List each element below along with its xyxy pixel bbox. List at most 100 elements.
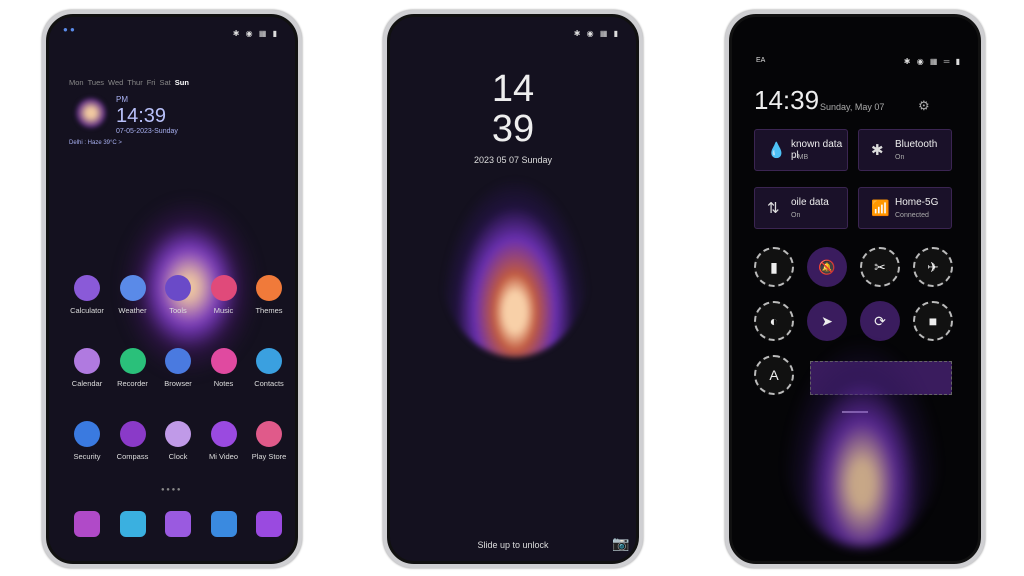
tile-title: Home-5G [895,197,939,208]
tile-icon: ⇅ [767,200,780,217]
phone-lock: ✱ ◉ ▦ ▮ 14 39 2023 05 07 Sunday Slide up … [383,10,643,568]
screen-record-icon: ■ [928,313,938,329]
app-play-store[interactable]: Play Store [244,421,294,461]
app-label: Tools [169,306,187,315]
lock-clock: 14 39 [390,69,636,149]
app-label: Mi Video [208,452,239,461]
tile-2[interactable]: ⇅ oile data On [754,187,848,229]
app-recorder[interactable]: Recorder [108,348,158,388]
mi-video-icon [210,421,237,447]
tile-3[interactable]: 📶 Home-5G Connected [858,187,952,229]
app-label: Weather [118,306,147,315]
tile-1[interactable]: ✱ Bluetooth On [858,129,952,171]
lock-screen: ✱ ◉ ▦ ▮ 14 39 2023 05 07 Sunday Slide up … [387,14,639,564]
calendar-icon [74,348,100,374]
app-music[interactable]: Music [199,275,249,315]
clock-widget-date: 07-05-2023-Sunday [116,128,178,135]
tile-0[interactable]: 💧 known data pl -- MB [754,129,848,171]
slide-to-unlock-hint[interactable]: Slide up to unlock [390,540,636,550]
tile-status: On [791,212,801,219]
app-contacts[interactable]: Contacts [244,348,294,388]
page-indicator[interactable]: ● ● ● ● [161,487,181,493]
control-center: EA ✱ ◉ ▦ ═ ▮ 14:39 Sunday, May 07 ⚙ 💧 kno… [729,14,981,564]
tile-status: Connected [895,212,929,219]
app-label: Contacts [254,379,284,388]
weekday-fri: Fri [146,78,156,87]
weather-widget[interactable]: Delhi : Haze 39°C > [69,140,122,146]
app-calendar[interactable]: Calendar [62,348,112,388]
wallpaper-flower [440,177,590,357]
app-weather[interactable]: Weather [108,275,158,315]
tile-title: Bluetooth [895,139,938,150]
tile-status: On [895,154,905,161]
control-time: 14:39 [754,85,820,115]
wallpaper-flower [782,337,942,547]
toggle-mute[interactable]: 🔕 [807,247,847,287]
dock-themes-star-icon[interactable] [165,511,191,537]
weekday-mon: Mon [69,78,84,87]
carrier-label: EA [756,57,766,64]
app-security[interactable]: Security [62,421,112,461]
app-notes[interactable]: Notes [199,348,249,388]
lock-hour: 14 [491,68,535,110]
weekday-sun: Sun [174,78,189,87]
browser-icon [165,348,191,374]
app-calculator[interactable]: Calculator [62,275,112,315]
settings-gear-icon[interactable]: ⚙ [918,98,930,114]
app-tools[interactable]: Tools [153,275,203,315]
lock-minute: 39 [491,108,535,150]
app-label: Compass [116,452,149,461]
tile-icon: 📶 [871,200,890,217]
status-dots: ● ● [63,25,75,34]
weekday-wed: Wed [108,78,124,87]
tools-icon [165,275,191,301]
app-label: Themes [255,306,283,315]
toggle-screenshot[interactable]: ✂ [860,247,900,287]
airplane-icon: ✈ [927,258,939,275]
recorder-icon [119,348,146,374]
toggle-dark-mode[interactable]: ◐ [754,301,794,341]
notes-icon [210,348,237,374]
toggle-flashlight[interactable]: ▮ [754,247,794,287]
dock-camera-icon[interactable] [256,511,282,537]
toggle-location[interactable]: ➤ [807,301,847,341]
security-icon [74,421,100,447]
mute-icon: 🔕 [818,258,836,275]
tile-status: -- MB [791,154,809,161]
toggle-rotation-lock[interactable]: ⟳ [860,301,900,341]
flashlight-icon: ▮ [770,258,778,275]
app-label: Calculator [70,306,104,315]
dark-mode-icon: ◐ [769,313,779,329]
widget-flower-image [75,97,107,129]
calculator-icon [74,275,100,301]
clock-widget-time[interactable]: 14:39 [116,105,166,128]
app-label: Notes [213,379,234,388]
rotation-lock-icon: ⟳ [874,312,886,329]
weekday-sat: Sat [159,78,171,87]
dock-files-icon[interactable] [210,511,237,537]
tile-title: oile data [791,197,829,208]
toggle-airplane[interactable]: ✈ [913,247,953,287]
contacts-icon [256,348,282,374]
camera-shortcut-icon[interactable]: 📷 [612,535,629,552]
app-browser[interactable]: Browser [153,348,203,388]
app-compass[interactable]: Compass [108,421,158,461]
tile-icon: ✱ [871,142,884,159]
dock-messages-icon[interactable] [119,511,146,537]
control-date: Sunday, May 07 [820,102,885,112]
tile-icon: 💧 [767,142,786,159]
weekday-tues: Tues [87,78,104,87]
app-label: Clock [168,452,188,461]
phone-home: ● ● ✱ ◉ ▦ ▮ Mon Tues Wed Thur Fri Sat Sun PM 1… [42,10,302,568]
app-label: Calendar [71,379,103,388]
clock-icon [165,421,191,447]
weekday-row: Mon Tues Wed Thur Fri Sat Sun [69,78,189,87]
compass-icon [119,421,146,447]
app-clock[interactable]: Clock [153,421,203,461]
status-icons: ✱ ◉ ▦ ▮ [573,29,620,38]
dock-phone-icon[interactable] [74,511,100,537]
app-mi-video[interactable]: Mi Video [199,421,249,461]
app-themes[interactable]: Themes [244,275,294,315]
toggle-screen-record[interactable]: ■ [913,301,953,341]
toggle-auto-brightness[interactable]: A [754,355,794,395]
